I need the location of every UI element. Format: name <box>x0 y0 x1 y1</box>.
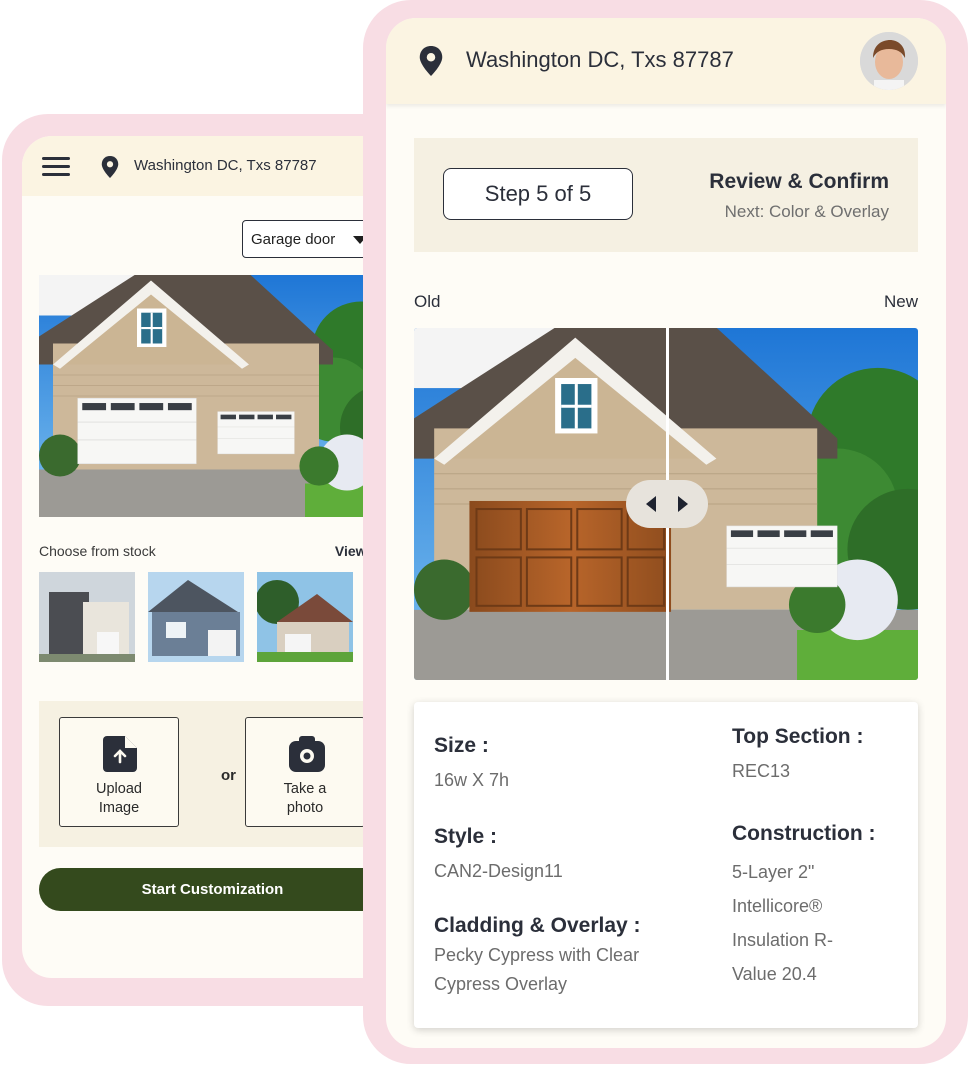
top-section-value: REC13 <box>732 761 791 781</box>
before-after-comparison[interactable] <box>414 328 918 680</box>
stock-thumbnail[interactable] <box>39 572 135 662</box>
upload-image-label: Upload Image <box>96 781 142 816</box>
stock-section-label: Choose from stock <box>39 543 156 559</box>
step-progress-panel: Step 5 of 5 Review & Confirm Next: Color… <box>414 138 918 252</box>
stock-thumbnail[interactable] <box>148 572 244 662</box>
take-photo-label: Take a photo <box>283 781 327 816</box>
step-title: Review & Confirm <box>709 170 889 193</box>
location-pin-icon <box>419 46 443 76</box>
right-phone-screen: Washington DC, Txs 87787 Step 5 of 5 Rev… <box>386 18 946 1048</box>
avatar[interactable] <box>860 32 918 90</box>
step-indicator: Step 5 of 5 <box>443 168 633 220</box>
old-label: Old <box>414 292 441 311</box>
stock-thumbnail[interactable] <box>257 572 353 662</box>
top-section-label: Top Section : <box>732 725 864 748</box>
category-select[interactable]: Garage door <box>242 220 380 258</box>
upload-image-button[interactable]: Upload Image <box>59 717 179 827</box>
location-text: Washington DC, Txs 87787 <box>134 157 317 174</box>
slider-handle[interactable] <box>626 480 708 528</box>
cladding-label: Cladding & Overlay : <box>434 914 641 937</box>
location-pin-icon <box>101 156 119 178</box>
start-customization-button[interactable]: Start Customization <box>39 868 386 911</box>
size-value: 16w X 7h <box>434 770 510 790</box>
next-step-hint: Next: Color & Overlay <box>724 202 889 221</box>
door-details-card: Size : 16w X 7h Style : CAN2-Design11 Cl… <box>414 702 918 1028</box>
construction-label: Construction : <box>732 822 876 845</box>
app-header: Washington DC, Txs 87787 <box>22 136 402 196</box>
menu-icon[interactable] <box>42 157 70 177</box>
or-separator: or <box>221 767 236 784</box>
style-label: Style : <box>434 825 498 848</box>
upload-file-icon <box>103 736 137 772</box>
location-text: Washington DC, Txs 87787 <box>466 47 734 72</box>
cladding-value: Pecky Cypress with Clear Cypress Overlay <box>434 945 640 994</box>
left-right-arrows-icon <box>646 496 688 512</box>
take-photo-button[interactable]: Take a photo <box>245 717 365 827</box>
upload-options: Upload Image or Take a photo <box>39 701 402 847</box>
camera-icon <box>289 736 325 772</box>
category-select-value: Garage door <box>251 231 336 248</box>
size-label: Size : <box>434 734 489 757</box>
left-phone-screen: Washington DC, Txs 87787 Garage door Cho… <box>22 136 402 978</box>
construction-value: 5-Layer 2" Intellicore® Insulation R-Val… <box>732 862 834 984</box>
new-label: New <box>883 292 918 311</box>
app-header: Washington DC, Txs 87787 <box>386 18 946 104</box>
house-photo <box>39 275 389 517</box>
style-value: CAN2-Design11 <box>434 861 563 881</box>
